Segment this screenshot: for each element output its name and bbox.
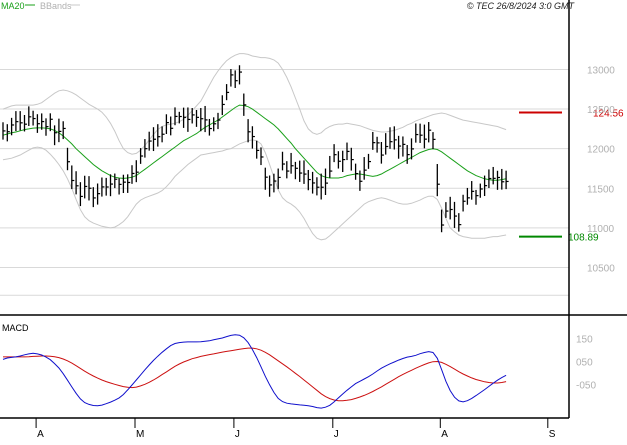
chart-background xyxy=(0,0,627,440)
price-tick-label: 13000 xyxy=(587,65,615,76)
price-tick-label: 10500 xyxy=(587,263,615,274)
macd-panel-title: MACD xyxy=(2,323,29,333)
time-tick-label: M xyxy=(136,429,144,440)
macd-tick-label: 050 xyxy=(576,358,593,369)
legend-bbands: BBands xyxy=(40,1,72,11)
time-tick-label: J xyxy=(235,429,240,440)
stock-chart: 124.56108.89 105001100011500120001250013… xyxy=(0,0,627,440)
copyright-timestamp: © TEC 26/8/2024 3:0 GMT xyxy=(467,1,576,11)
price-tick-label: 12500 xyxy=(587,105,615,116)
time-tick-label: J xyxy=(334,429,339,440)
price-tick-label: 11000 xyxy=(587,224,615,235)
legend-ma20: MA20 xyxy=(1,1,25,11)
time-tick-label: A xyxy=(37,429,44,440)
macd-tick-label: 150 xyxy=(576,334,593,345)
price-tick-label: 12000 xyxy=(587,145,615,156)
chart-stage: 124.56 108.89 10500 11000 11500 12000 12500 13… xyxy=(0,0,627,440)
price-tick-label: 11500 xyxy=(587,184,615,195)
macd-tick-label: -050 xyxy=(576,381,596,392)
time-tick-label: A xyxy=(441,429,448,440)
time-tick-label: S xyxy=(549,429,556,440)
